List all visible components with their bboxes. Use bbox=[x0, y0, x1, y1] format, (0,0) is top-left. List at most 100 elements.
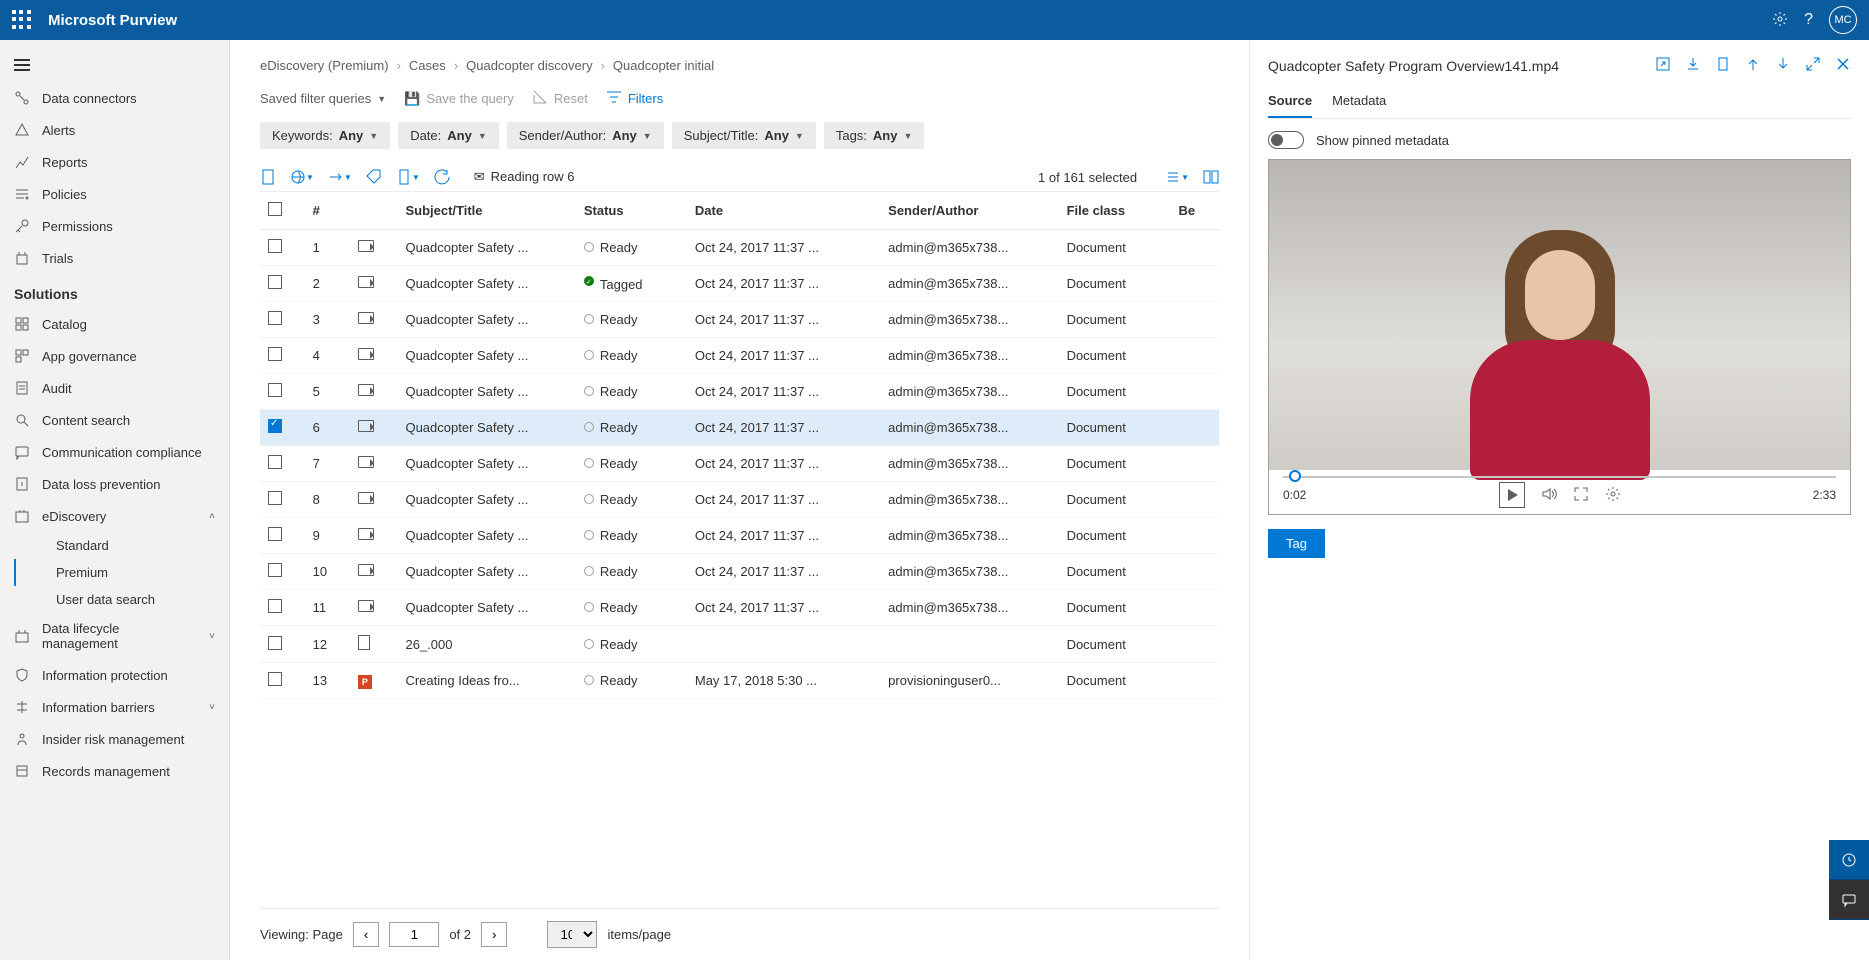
tab-source[interactable]: Source bbox=[1268, 85, 1312, 118]
table-row[interactable]: 8Quadcopter Safety ...ReadyOct 24, 2017 … bbox=[260, 482, 1219, 518]
expand-icon[interactable] bbox=[1805, 56, 1821, 75]
volume-icon[interactable] bbox=[1541, 486, 1557, 505]
col-header[interactable]: Date bbox=[687, 192, 880, 230]
col-header[interactable] bbox=[350, 192, 398, 230]
table-row[interactable]: 5Quadcopter Safety ...ReadyOct 24, 2017 … bbox=[260, 374, 1219, 410]
show-pinned-metadata-toggle[interactable] bbox=[1268, 131, 1304, 149]
breadcrumb-item[interactable]: Cases bbox=[409, 58, 446, 73]
row-checkbox[interactable] bbox=[268, 563, 282, 577]
sidebar-item-permissions[interactable]: Permissions bbox=[0, 210, 229, 242]
col-header[interactable]: Status bbox=[576, 192, 687, 230]
table-row[interactable]: 1226_.000ReadyDocument bbox=[260, 626, 1219, 663]
reset-button[interactable]: Reset bbox=[532, 89, 588, 108]
sidebar-item-policies[interactable]: Policies bbox=[0, 178, 229, 210]
sidebar-item-data-loss-prevention[interactable]: Data loss prevention bbox=[0, 468, 229, 500]
list-view-icon[interactable]: ▼ bbox=[1165, 169, 1189, 185]
globe-icon[interactable]: ▼ bbox=[290, 169, 314, 185]
popout-icon[interactable] bbox=[1655, 56, 1671, 75]
filter-pill[interactable]: Keywords: Any ▼ bbox=[260, 122, 390, 149]
table-row[interactable]: 3Quadcopter Safety ...ReadyOct 24, 2017 … bbox=[260, 302, 1219, 338]
table-row[interactable]: 10Quadcopter Safety ...ReadyOct 24, 2017… bbox=[260, 554, 1219, 590]
fullscreen-icon[interactable] bbox=[1573, 486, 1589, 505]
table-row[interactable]: 6Quadcopter Safety ...ReadyOct 24, 2017 … bbox=[260, 410, 1219, 446]
next-page-button[interactable]: › bbox=[481, 922, 507, 947]
file-action-icon[interactable]: ▼ bbox=[396, 169, 420, 185]
sidebar-item-information-barriers[interactable]: Information barriers˅ bbox=[0, 691, 229, 723]
hamburger-icon[interactable] bbox=[0, 48, 229, 82]
feedback-button[interactable] bbox=[1829, 840, 1869, 880]
filter-pill[interactable]: Sender/Author: Any ▼ bbox=[507, 122, 664, 149]
close-icon[interactable] bbox=[1835, 56, 1851, 75]
sidebar-item-ediscovery[interactable]: eDiscovery˄ bbox=[0, 500, 229, 532]
play-button[interactable] bbox=[1499, 482, 1525, 508]
tag-action-icon[interactable] bbox=[366, 169, 382, 185]
filter-pill[interactable]: Date: Any ▼ bbox=[398, 122, 499, 149]
table-row[interactable]: 2Quadcopter Safety ...TaggedOct 24, 2017… bbox=[260, 266, 1219, 302]
sidebar-item-content-search[interactable]: Content search bbox=[0, 404, 229, 436]
seek-bar[interactable] bbox=[1283, 476, 1836, 478]
breadcrumb-item[interactable]: Quadcopter discovery bbox=[466, 58, 592, 73]
row-checkbox[interactable] bbox=[268, 599, 282, 613]
col-header[interactable] bbox=[260, 192, 305, 230]
breadcrumb-item[interactable]: Quadcopter initial bbox=[613, 58, 714, 73]
sidebar-item-reports[interactable]: Reports bbox=[0, 146, 229, 178]
prev-page-button[interactable]: ‹ bbox=[353, 922, 379, 947]
row-checkbox[interactable] bbox=[268, 491, 282, 505]
filter-pill[interactable]: Subject/Title: Any ▼ bbox=[672, 122, 816, 149]
arrow-action-icon[interactable]: ▼ bbox=[328, 169, 352, 185]
row-checkbox[interactable] bbox=[268, 383, 282, 397]
sidebar-item-alerts[interactable]: Alerts bbox=[0, 114, 229, 146]
document-action-icon[interactable] bbox=[260, 169, 276, 185]
table-row[interactable]: 4Quadcopter Safety ...ReadyOct 24, 2017 … bbox=[260, 338, 1219, 374]
col-header[interactable]: Subject/Title bbox=[397, 192, 575, 230]
sidebar-item-app-governance[interactable]: App governance bbox=[0, 340, 229, 372]
saved-queries-button[interactable]: Saved filter queries ▼ bbox=[260, 91, 386, 106]
sidebar-item-communication-compliance[interactable]: Communication compliance bbox=[0, 436, 229, 468]
row-checkbox[interactable] bbox=[268, 347, 282, 361]
sidebar-item-catalog[interactable]: Catalog bbox=[0, 308, 229, 340]
sidebar-sub-user-data-search[interactable]: User data search bbox=[14, 586, 229, 613]
sidebar-item-data-lifecycle-management[interactable]: Data lifecycle management˅ bbox=[0, 613, 229, 659]
help-icon[interactable]: ? bbox=[1804, 11, 1813, 29]
page-input[interactable] bbox=[389, 922, 439, 947]
refresh-icon[interactable] bbox=[434, 169, 450, 185]
breadcrumb-item[interactable]: eDiscovery (Premium) bbox=[260, 58, 389, 73]
sidebar-sub-standard[interactable]: Standard bbox=[14, 532, 229, 559]
row-checkbox[interactable] bbox=[268, 419, 282, 433]
gear-icon[interactable] bbox=[1605, 486, 1621, 505]
arrow-up-icon[interactable] bbox=[1745, 56, 1761, 75]
table-row[interactable]: 7Quadcopter Safety ...ReadyOct 24, 2017 … bbox=[260, 446, 1219, 482]
row-checkbox[interactable] bbox=[268, 311, 282, 325]
sidebar-item-trials[interactable]: Trials bbox=[0, 242, 229, 274]
row-checkbox[interactable] bbox=[268, 239, 282, 253]
sidebar-item-records-management[interactable]: Records management bbox=[0, 755, 229, 787]
col-header[interactable]: Sender/Author bbox=[880, 192, 1058, 230]
table-row[interactable]: 13PCreating Ideas fro...ReadyMay 17, 201… bbox=[260, 663, 1219, 699]
items-per-page-select[interactable]: 100 bbox=[547, 921, 597, 948]
layout-icon[interactable] bbox=[1203, 169, 1219, 185]
table-row[interactable]: 9Quadcopter Safety ...ReadyOct 24, 2017 … bbox=[260, 518, 1219, 554]
tag-button[interactable]: Tag bbox=[1268, 529, 1325, 558]
col-header[interactable]: # bbox=[305, 192, 350, 230]
filters-button[interactable]: Filters bbox=[606, 89, 663, 108]
tab-metadata[interactable]: Metadata bbox=[1332, 85, 1386, 118]
row-checkbox[interactable] bbox=[268, 455, 282, 469]
save-query-button[interactable]: 💾Save the query bbox=[404, 91, 514, 107]
video-canvas[interactable] bbox=[1269, 160, 1850, 470]
row-checkbox[interactable] bbox=[268, 275, 282, 289]
app-launcher-icon[interactable] bbox=[12, 10, 32, 30]
chat-button[interactable] bbox=[1829, 880, 1869, 920]
sidebar-item-insider-risk-management[interactable]: Insider risk management bbox=[0, 723, 229, 755]
arrow-down-icon[interactable] bbox=[1775, 56, 1791, 75]
table-row[interactable]: 1Quadcopter Safety ...ReadyOct 24, 2017 … bbox=[260, 230, 1219, 266]
download-icon[interactable] bbox=[1685, 56, 1701, 75]
sidebar-item-information-protection[interactable]: Information protection bbox=[0, 659, 229, 691]
file-icon[interactable] bbox=[1715, 56, 1731, 75]
filter-pill[interactable]: Tags: Any ▼ bbox=[824, 122, 925, 149]
select-all-checkbox[interactable] bbox=[268, 202, 282, 216]
row-checkbox[interactable] bbox=[268, 636, 282, 650]
table-row[interactable]: 11Quadcopter Safety ...ReadyOct 24, 2017… bbox=[260, 590, 1219, 626]
settings-icon[interactable] bbox=[1772, 11, 1788, 30]
sidebar-item-data-connectors[interactable]: Data connectors bbox=[0, 82, 229, 114]
col-header[interactable]: File class bbox=[1059, 192, 1171, 230]
